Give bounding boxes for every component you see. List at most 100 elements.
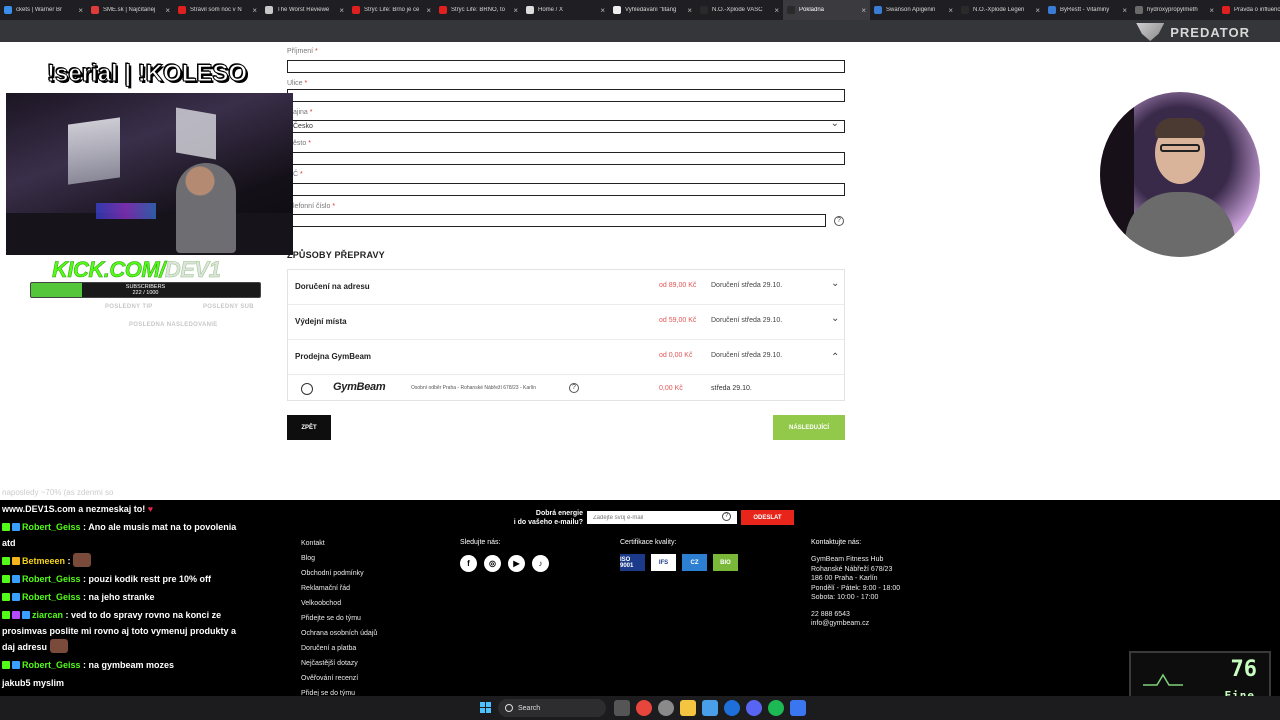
store-pickup-option[interactable]: GymBeam Osobní odběr Praha - Rohanské Ná…	[288, 375, 844, 402]
browser-tab[interactable]: Swanson Apigenin ×	[870, 0, 957, 20]
phone-label: lefonní číslo *	[293, 203, 336, 210]
spotify-icon[interactable]	[768, 700, 784, 716]
chevron-up-icon[interactable]: ⌃	[831, 352, 839, 363]
chat-username[interactable]: Robert_Geiss	[22, 574, 81, 584]
edge-icon[interactable]	[724, 700, 740, 716]
chat-username[interactable]: Betmeeen	[22, 556, 65, 566]
notepad-icon[interactable]	[702, 700, 718, 716]
close-icon[interactable]: ×	[78, 6, 83, 15]
close-icon[interactable]: ×	[426, 6, 431, 15]
browser-tab[interactable]: N.O.-Xplode VASC ×	[696, 0, 783, 20]
close-icon[interactable]: ×	[1122, 6, 1127, 15]
shipping-section-title: ZPŮSOBY PŘEPRAVY	[287, 250, 385, 260]
browser-toolbar	[0, 20, 1280, 42]
close-icon[interactable]: ×	[339, 6, 344, 15]
footer-link[interactable]: Reklamační řád	[301, 584, 377, 599]
certification-badge: CZ	[682, 554, 707, 571]
shipping-method-pickup-points[interactable]: Výdejní místa od 59,00 Kč Doručení střed…	[288, 305, 844, 340]
close-icon[interactable]: ×	[774, 6, 779, 15]
store-pickup-help-icon[interactable]: ?	[569, 383, 579, 393]
next-button[interactable]: NÁSLEDUJÍCÍ	[773, 415, 845, 440]
browser-tab[interactable]: Strýc Life: Brno je ce ×	[348, 0, 435, 20]
kick-badge-icon	[2, 557, 10, 565]
close-icon[interactable]: ×	[513, 6, 518, 15]
discord-icon[interactable]	[746, 700, 762, 716]
shipping-method-delivery: Doručení středa 29.10.	[711, 317, 783, 324]
close-icon[interactable]: ×	[600, 6, 605, 15]
predator-label: PREDATOR	[1170, 24, 1250, 40]
footer-link[interactable]: Kontakt	[301, 539, 377, 554]
footer-link[interactable]: Blog	[301, 554, 377, 569]
browser-tab[interactable]: N.O.-Xplode Legen ×	[957, 0, 1044, 20]
close-icon[interactable]: ×	[861, 6, 866, 15]
chat-username[interactable]: Robert_Geiss	[22, 592, 81, 602]
tiktok-icon[interactable]: ♪	[532, 555, 549, 572]
browser-tab[interactable]: SME.sk | Najčítanej ×	[87, 0, 174, 20]
store-pickup-radio[interactable]	[301, 383, 313, 395]
tab-title: SME.sk | Najčítanej	[103, 7, 156, 13]
footer-link[interactable]: Přidejte se do týmu	[301, 614, 377, 629]
youtube-icon[interactable]: ▶	[508, 555, 525, 572]
vscode-icon[interactable]	[790, 700, 806, 716]
newsletter-help-icon[interactable]: ?	[722, 512, 731, 521]
back-button[interactable]: ZPĚT	[287, 415, 331, 440]
close-icon[interactable]: ×	[1035, 6, 1040, 15]
footer-link[interactable]: Ochrana osobních údajů	[301, 629, 377, 644]
facebook-icon[interactable]: f	[460, 555, 477, 572]
browser-tab[interactable]: hydroxypropylmeth ×	[1131, 0, 1218, 20]
close-icon[interactable]: ×	[165, 6, 170, 15]
taskbar-search[interactable]: Search	[498, 699, 606, 717]
close-icon[interactable]: ×	[252, 6, 257, 15]
kick-channel-url: KICK.COM/DEV1	[52, 257, 221, 283]
chat-username[interactable]: ziarcan	[32, 610, 63, 620]
chat-username[interactable]: Robert_Geiss	[22, 522, 81, 532]
surname-field[interactable]	[287, 60, 845, 73]
footer-link[interactable]: Doručení a platba	[301, 644, 377, 659]
tab-title: Strávil som noc v N	[190, 7, 242, 13]
browser-tab[interactable]: Pravda o influence×	[1218, 0, 1280, 20]
chevron-down-icon[interactable]: ⌄	[831, 278, 839, 289]
browser-tab[interactable]: Strávil som noc v N ×	[174, 0, 261, 20]
phone-field[interactable]	[287, 214, 826, 227]
footer-link[interactable]: Nejčastější dotazy	[301, 659, 377, 674]
chevron-down-icon[interactable]: ⌄	[831, 313, 839, 324]
tab-favicon-icon	[265, 6, 273, 14]
street-field[interactable]	[287, 89, 845, 102]
chat-message: Robert_Geiss : pouzi kodik restt pre 10%…	[0, 570, 240, 588]
last-tip-label: POSLEDNÝ TIP	[105, 304, 153, 310]
city-field[interactable]	[287, 152, 845, 165]
tab-favicon-icon	[178, 6, 186, 14]
contact-line[interactable]: info@gymbeam.cz	[811, 619, 900, 629]
footer-link[interactable]: Obchodní podmínky	[301, 569, 377, 584]
browser-tab[interactable]: ckets | Warner Br ×	[0, 0, 87, 20]
start-button[interactable]	[480, 702, 491, 713]
last-sub-label: POSLEDNÝ SUB	[203, 304, 254, 310]
zip-field[interactable]	[287, 183, 845, 196]
close-icon[interactable]: ×	[948, 6, 953, 15]
browser-tab[interactable]: The Worst Reviewe ×	[261, 0, 348, 20]
close-icon[interactable]: ×	[687, 6, 692, 15]
shipping-method-price: od 0,00 Kč	[659, 352, 693, 359]
country-select[interactable]: Česko	[287, 118, 845, 133]
shipping-method-gymbeam-store[interactable]: Prodejna GymBeam od 0,00 Kč Doručení stř…	[288, 340, 844, 375]
footer-link[interactable]: Ověřování recenzí	[301, 674, 377, 689]
newsletter-email-input[interactable]	[587, 511, 737, 524]
newsletter-label: Dobrá energie i do vašeho e-mailu?	[513, 510, 583, 526]
file-explorer-icon[interactable]	[680, 700, 696, 716]
close-icon[interactable]: ×	[1209, 6, 1214, 15]
shipping-method-address[interactable]: Doručení na adresu od 89,00 Kč Doručení …	[288, 270, 844, 305]
browser-tab[interactable]: ByRestt - Vitaminy ×	[1044, 0, 1131, 20]
chat-username[interactable]: Robert_Geiss	[22, 660, 81, 670]
footer-link[interactable]: Velkoobchod	[301, 599, 377, 614]
chrome-icon[interactable]	[636, 700, 652, 716]
newsletter-submit-button[interactable]: ODESLAT	[741, 510, 794, 525]
browser-tab[interactable]: Vyhledávání "titang ×	[609, 0, 696, 20]
browser-tab[interactable]: Strýc Life: BRNO, to ×	[435, 0, 522, 20]
phone-help-icon[interactable]: ?	[834, 216, 844, 226]
browser-tab[interactable]: Home / X ×	[522, 0, 609, 20]
browser-tab[interactable]: Pokladna ×	[783, 0, 870, 20]
task-view-icon[interactable]	[614, 700, 630, 716]
instagram-icon[interactable]: ◎	[484, 555, 501, 572]
chat-message: ziarcan : ved to do spravy rovno na konc…	[2, 610, 237, 653]
settings-icon[interactable]	[658, 700, 674, 716]
